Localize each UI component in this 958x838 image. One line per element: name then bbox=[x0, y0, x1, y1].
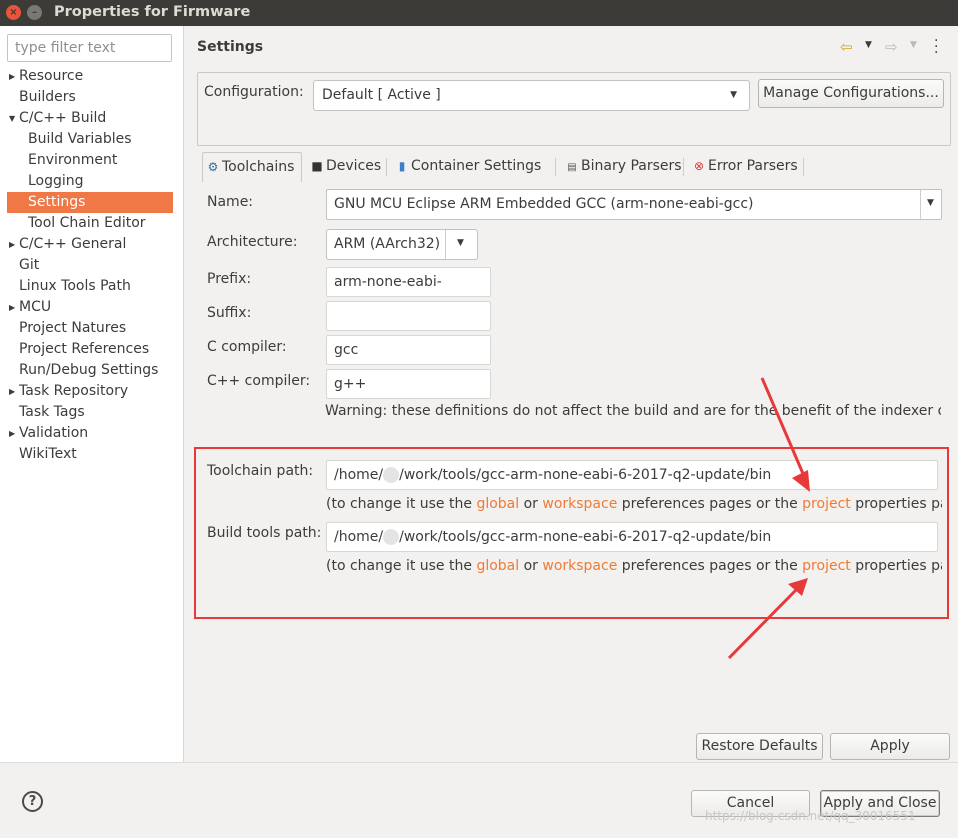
expand-arrow-icon[interactable]: ▶ bbox=[9, 423, 15, 444]
tab-error-parsers[interactable]: ⊗ Error Parsers bbox=[689, 152, 798, 182]
architecture-select[interactable]: ARM (AArch32) ▼ bbox=[326, 229, 478, 260]
indexer-warning-text: Warning: these definitions do not affect… bbox=[325, 403, 941, 419]
dialog-footer: ? Cancel Apply and Close https://blog.cs… bbox=[0, 762, 958, 838]
title-bar: × – Properties for Firmware bbox=[0, 0, 958, 26]
tree-item-logging[interactable]: Logging bbox=[0, 171, 184, 192]
chevron-down-icon: ▼ bbox=[457, 238, 464, 248]
nav-tree: ▶ Resource Builders ▼ C/C++ Build Build Va… bbox=[0, 66, 184, 465]
sidebar: ▶Resource Builders ▼C/C++ Build Build Va… bbox=[0, 26, 184, 762]
configuration-select[interactable]: Default [ Active ] ▼ bbox=[313, 80, 750, 111]
watermark-text: https://blog.csdn.net/qq_30016551 bbox=[705, 809, 916, 823]
chevron-down-icon: ▼ bbox=[927, 198, 934, 208]
tree-item-task-tags[interactable]: Task Tags bbox=[0, 402, 184, 423]
expand-arrow-icon[interactable]: ▶ bbox=[9, 297, 15, 318]
c-compiler-field[interactable]: gcc bbox=[326, 335, 491, 365]
tab-separator bbox=[386, 158, 387, 176]
page-title: Settings bbox=[197, 39, 264, 55]
tree-item-project-references[interactable]: Project References bbox=[0, 339, 184, 360]
tree-item-mcu[interactable]: ▶ MCU bbox=[0, 297, 184, 318]
expand-arrow-icon[interactable]: ▶ bbox=[9, 66, 15, 87]
forward-arrow-icon[interactable]: ⇨ bbox=[885, 38, 898, 56]
collapse-arrow-icon[interactable]: ▼ bbox=[9, 108, 15, 129]
expand-arrow-icon[interactable]: ▶ bbox=[9, 381, 15, 402]
apply-button[interactable]: Apply bbox=[830, 733, 950, 760]
view-menu-icon[interactable]: · · · bbox=[934, 34, 940, 60]
name-label: Name: bbox=[207, 194, 254, 210]
container-icon: ▮ bbox=[398, 159, 406, 173]
tree-item-resource[interactable]: ▶ Resource bbox=[0, 66, 184, 87]
c-compiler-label: C compiler: bbox=[207, 339, 287, 355]
manage-configurations-button[interactable]: Manage Configurations... bbox=[758, 79, 944, 108]
tree-item-tool-chain-editor[interactable]: Tool Chain Editor bbox=[0, 213, 184, 234]
back-arrow-icon[interactable]: ⇦ bbox=[840, 38, 853, 56]
filter-input[interactable] bbox=[7, 34, 172, 62]
window-title: Properties for Firmware bbox=[54, 4, 251, 20]
tree-item-wikitext[interactable]: WikiText bbox=[0, 444, 184, 465]
tree-item-cc-build[interactable]: ▼ C/C++ Build bbox=[0, 108, 184, 129]
tab-bar: ⚙ Toolchains ■ Devices ▮ Container Settings… bbox=[197, 152, 951, 182]
configuration-group: Configuration: Default [ Active ] ▼ Mana… bbox=[197, 72, 951, 146]
tree-item-linux-tools-path[interactable]: Linux Tools Path bbox=[0, 276, 184, 297]
prefix-label: Prefix: bbox=[207, 271, 252, 287]
tab-separator bbox=[555, 158, 556, 176]
window-close-button[interactable]: × bbox=[6, 5, 21, 20]
tab-separator bbox=[683, 158, 684, 176]
tree-item-project-natures[interactable]: Project Natures bbox=[0, 318, 184, 339]
tab-container-settings[interactable]: ▮ Container Settings bbox=[392, 152, 542, 182]
architecture-label: Architecture: bbox=[207, 234, 298, 250]
tree-item-git[interactable]: Git bbox=[0, 255, 184, 276]
cpp-compiler-label: C++ compiler: bbox=[207, 373, 311, 389]
tree-item-environment[interactable]: Environment bbox=[0, 150, 184, 171]
toolchain-name-select[interactable]: GNU MCU Eclipse ARM Embedded GCC (arm-no… bbox=[326, 189, 942, 220]
tree-item-task-repository[interactable]: ▶ Task Repository bbox=[0, 381, 184, 402]
settings-page: Settings ⇦ ▼ ⇨ ▼ · · · Configuration: Defa… bbox=[185, 26, 958, 762]
configuration-label: Configuration: bbox=[204, 84, 304, 100]
window-minimize-button[interactable]: – bbox=[27, 5, 42, 20]
tree-item-builders[interactable]: Builders bbox=[0, 87, 184, 108]
chevron-down-icon: ▼ bbox=[730, 90, 737, 100]
tree-item-cc-general[interactable]: ▶ C/C++ General bbox=[0, 234, 184, 255]
tree-item-run-debug-settings[interactable]: Run/Debug Settings bbox=[0, 360, 184, 381]
error-icon: ⊗ bbox=[693, 159, 705, 173]
cpp-compiler-field[interactable]: g++ bbox=[326, 369, 491, 399]
tab-toolchains[interactable]: ⚙ Toolchains bbox=[202, 152, 302, 182]
forward-history-dropdown-icon[interactable]: ▼ bbox=[910, 40, 917, 50]
suffix-label: Suffix: bbox=[207, 305, 252, 321]
tab-separator bbox=[803, 158, 804, 176]
tab-binary-parsers[interactable]: ▤ Binary Parsers bbox=[562, 152, 681, 182]
back-history-dropdown-icon[interactable]: ▼ bbox=[865, 40, 872, 50]
tree-item-validation[interactable]: ▶ Validation bbox=[0, 423, 184, 444]
help-icon[interactable]: ? bbox=[22, 791, 43, 812]
tree-item-settings[interactable]: Settings bbox=[7, 192, 173, 213]
annotation-highlight-box bbox=[194, 447, 949, 619]
tab-devices[interactable]: ■ Devices bbox=[307, 152, 381, 182]
binary-icon: ▤ bbox=[567, 162, 577, 173]
restore-defaults-button[interactable]: Restore Defaults bbox=[696, 733, 823, 760]
suffix-field[interactable] bbox=[326, 301, 491, 331]
expand-arrow-icon[interactable]: ▶ bbox=[9, 234, 15, 255]
tree-item-build-variables[interactable]: Build Variables bbox=[0, 129, 184, 150]
chip-icon: ■ bbox=[311, 159, 323, 173]
toolchain-icon: ⚙ bbox=[207, 160, 219, 174]
prefix-field[interactable]: arm-none-eabi- bbox=[326, 267, 491, 297]
